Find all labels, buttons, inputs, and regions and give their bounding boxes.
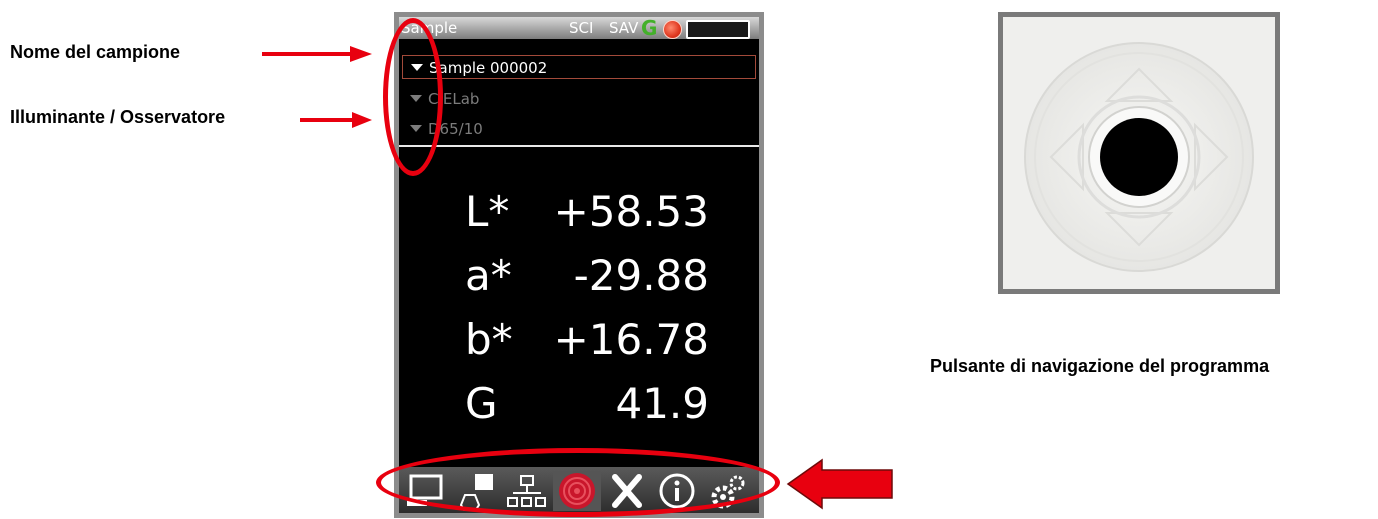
- reading-value: 41.9: [615, 379, 709, 428]
- reading-value: +16.78: [553, 315, 709, 364]
- reading-row: a* -29.88: [399, 251, 759, 313]
- arrow-to-illuminant: [300, 112, 372, 128]
- screen: Sample SCI SAV G Sample 000002 CIELab D6…: [399, 17, 759, 513]
- reading-row: G 41.9: [399, 379, 759, 441]
- sample-name-dropdown[interactable]: Sample 000002: [402, 55, 756, 79]
- reading-row: L* +58.53: [399, 187, 759, 249]
- sample-name-annotation: Nome del campione: [10, 42, 181, 62]
- illuminant-dropdown[interactable]: D65/10: [402, 117, 756, 141]
- arrow-to-sample-name: [262, 46, 372, 62]
- status-bar: Sample SCI SAV G: [399, 17, 759, 39]
- highlight-ellipse-labels: [383, 18, 443, 176]
- save-label: SAV: [609, 19, 639, 37]
- color-space-dropdown[interactable]: CIELab: [402, 87, 756, 111]
- navigation-dial-icon: [1003, 17, 1275, 289]
- nav-button-photo: [998, 12, 1280, 294]
- illuminant-observer-annotation: Illuminante / Osservatore: [10, 107, 226, 127]
- reading-row: b* +16.78: [399, 315, 759, 377]
- arrow-to-toolbar: [786, 458, 893, 510]
- nav-button-caption: Pulsante di navigazione del programma: [930, 356, 1270, 376]
- reading-value: -29.88: [573, 251, 709, 300]
- reading-label: L*: [465, 187, 510, 236]
- highlight-ellipse-toolbar: [376, 448, 780, 517]
- instrument-display: Sample SCI SAV G Sample 000002 CIELab D6…: [394, 12, 764, 518]
- reading-label: b*: [465, 315, 513, 364]
- reading-label: G: [465, 379, 498, 428]
- divider: [399, 145, 759, 147]
- spec-label: SCI: [569, 19, 594, 37]
- status-led-icon: [663, 20, 682, 39]
- gloss-indicator-icon: G: [641, 17, 658, 40]
- sample-name-value: Sample 000002: [429, 59, 548, 77]
- reading-value: +58.53: [553, 187, 709, 236]
- battery-icon: [686, 20, 750, 39]
- nav-button-image: [1003, 17, 1275, 289]
- reading-label: a*: [465, 251, 512, 300]
